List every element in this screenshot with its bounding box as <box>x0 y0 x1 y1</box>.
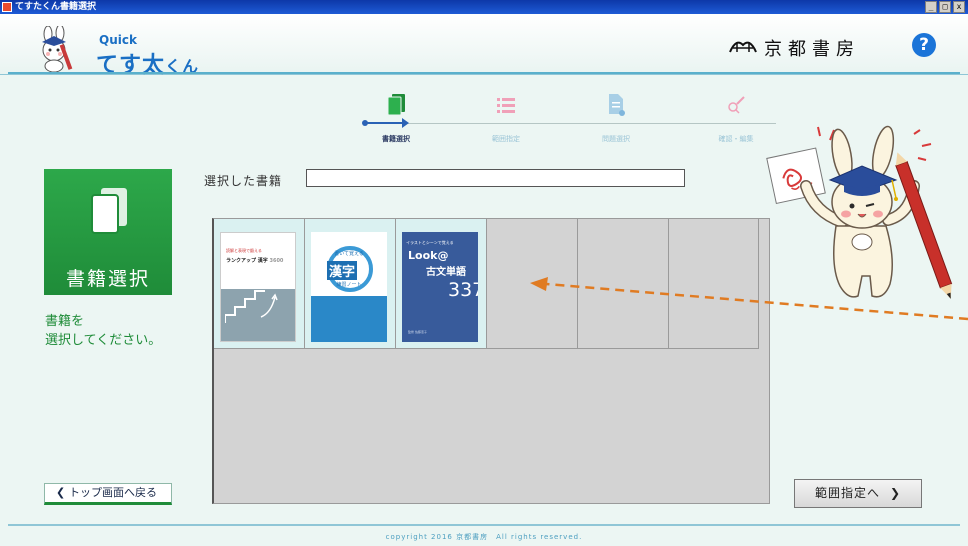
header-divider <box>8 72 960 74</box>
window-title: てすたくん書籍選択 <box>15 2 97 12</box>
book-shelf: 読解と表現で鍛える ランクアップ 漢字 3600 書いて覚える 漢字 練習ノート <box>212 218 770 504</box>
copyright-text: copyright 2016 京都書房 All rights reserved. <box>385 533 583 541</box>
book-slot[interactable]: 読解と表現で鍛える ランクアップ 漢字 3600 <box>214 219 305 349</box>
book-title: 古文単語 <box>426 267 466 278</box>
window-titlebar: てすたくん書籍選択 _ □ x <box>0 0 968 14</box>
book-title: Look@ <box>408 249 449 262</box>
logo-quick-text: Quick <box>99 33 137 47</box>
book-cover-look-kobun[interactable]: イラストとシーンで覚える Look@ 古文単語 337 監修 佐藤恵子 <box>402 232 478 342</box>
publisher-logo-icon <box>729 41 757 53</box>
section-title: 書籍選択 <box>65 268 150 290</box>
selected-book-field <box>306 169 685 187</box>
document-add-icon <box>609 94 625 116</box>
book-slot-empty <box>487 219 578 349</box>
back-to-top-button[interactable]: ❮ トップ画面へ戻る <box>44 483 172 505</box>
footer-divider <box>8 524 960 526</box>
documents-icon <box>91 188 127 234</box>
close-button[interactable]: x <box>953 1 965 13</box>
next-button-label: 範囲指定へ <box>814 486 880 500</box>
stairs-graphic <box>225 290 278 323</box>
step-question-select: 問題選択 <box>576 94 656 144</box>
book-subtitle: イラストとシーンで覚える <box>406 240 454 245</box>
book-subtitle: 読解と表現で鍛える <box>226 248 262 253</box>
mascot-bunny-illustration <box>766 125 953 299</box>
minimize-button[interactable]: _ <box>925 1 937 13</box>
selected-book-label: 選択した書籍 <box>204 174 283 188</box>
book-slot-empty <box>669 219 759 349</box>
book-number: 337 <box>448 279 478 301</box>
logo-main-text: てす太 <box>96 53 166 78</box>
step-book-select: 書籍選択 <box>356 94 436 144</box>
step-range-select: 範囲指定 <box>466 94 546 144</box>
book-title: 漢字 <box>327 261 358 280</box>
section-tile-book-select: 書籍選択 <box>44 169 172 295</box>
book-subtitle: 書いて覚える <box>334 251 364 257</box>
search-edit-icon <box>728 96 745 114</box>
next-range-button[interactable]: 範囲指定へ ❯ <box>794 479 922 508</box>
step-label: 問題選択 <box>602 135 630 143</box>
app-icon <box>2 2 12 12</box>
books-icon <box>387 94 405 116</box>
book-subtitle: 練習ノート <box>336 282 362 288</box>
book-cover-ranku-kanji[interactable]: 読解と表現で鍛える ランクアップ 漢字 3600 <box>220 232 296 342</box>
cover-band <box>311 296 387 342</box>
bunny-logo-icon <box>42 26 73 72</box>
chevron-left-icon: ❮ <box>56 486 66 499</box>
instruction-line: 書籍を <box>45 314 85 329</box>
maximize-button[interactable]: □ <box>939 1 951 13</box>
app-logo-text: てす太くん <box>96 47 199 79</box>
step-label: 確認・編集 <box>718 135 754 143</box>
instruction-line: 選択してください。 <box>45 333 162 348</box>
book-author: 監修 佐藤恵子 <box>408 330 427 334</box>
help-button[interactable]: ? <box>912 33 936 57</box>
book-slot[interactable]: 書いて覚える 漢字 練習ノート <box>305 219 396 349</box>
back-button-label: トップ画面へ戻る <box>69 486 157 499</box>
book-cover-kanji-notebook[interactable]: 書いて覚える 漢字 練習ノート <box>311 232 387 342</box>
book-slot-empty <box>578 219 669 349</box>
book-slot[interactable]: イラストとシーンで覚える Look@ 古文単語 337 監修 佐藤恵子 <box>396 219 487 349</box>
list-icon <box>497 98 515 113</box>
step-label: 書籍選択 <box>382 135 410 143</box>
publisher-name: 京都書房 <box>764 39 860 60</box>
step-label: 範囲指定 <box>492 135 520 143</box>
chevron-right-icon: ❯ <box>889 486 902 500</box>
book-title: ランクアップ 漢字 3600 <box>226 258 284 264</box>
instruction-text: 書籍を 選択してください。 <box>45 312 161 350</box>
app-header: Quick てす太くん 京都書房 ? <box>0 14 968 78</box>
step-confirm-edit: 確認・編集 <box>696 94 776 144</box>
